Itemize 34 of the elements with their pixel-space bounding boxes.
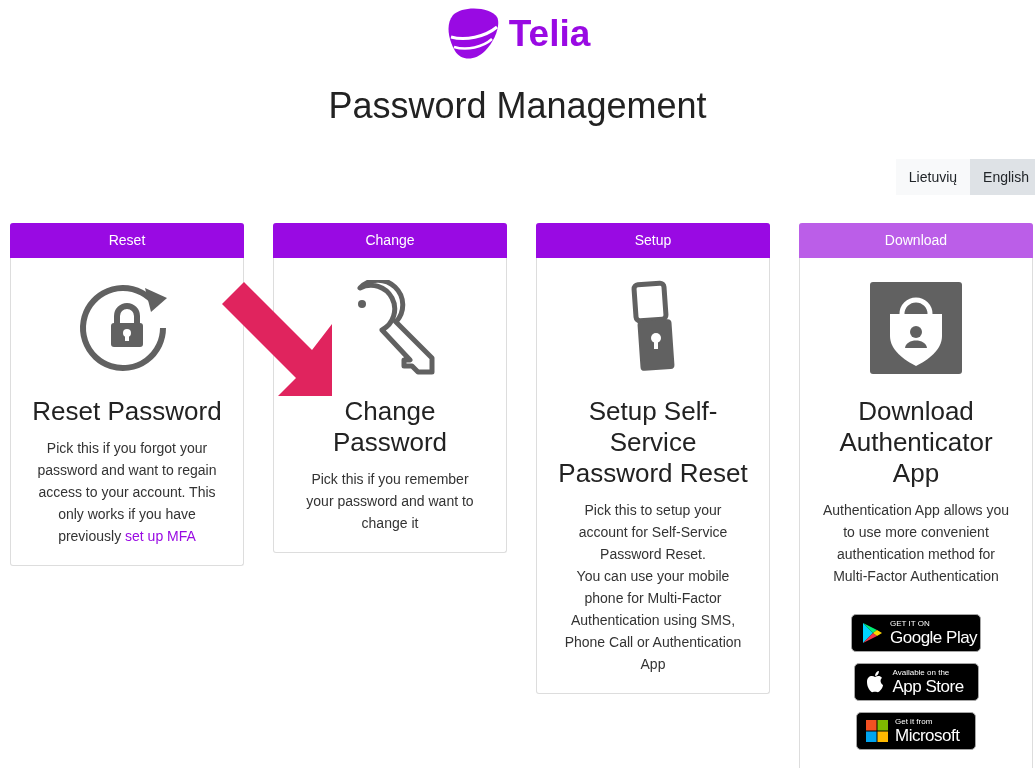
card-description: Pick this to setup your account for Self-Service Password Reset. <box>577 501 729 564</box>
card-title: Reset Password <box>31 396 223 427</box>
play-icon <box>860 621 884 645</box>
card-description: Authentication App allows you to use more convenient authentication method for Multi-Factor Authentication <box>822 501 1010 586</box>
card-description: You can use your mobile phone for Multi-Factor Authentication using SMS, Phone Call or Authentication App <box>563 567 743 674</box>
store-badge[interactable]: GET IT ON Google Play <box>851 614 981 652</box>
card-title: Download Authenticator App <box>838 396 994 489</box>
option-card[interactable]: Reset Reset Password Pick this if you forgot your password and want to regain access to your account. This only works if you have previously set up MFA <box>10 223 244 566</box>
card-description: Pick this if you remember your password and want to change it <box>305 470 475 533</box>
badge-caption: GET IT ON <box>890 619 931 628</box>
card-header: Reset <box>10 223 244 258</box>
language-button[interactable]: English <box>970 159 1035 195</box>
store-name: App Store <box>892 677 964 696</box>
card-title: Setup Self-Service Password Reset <box>557 396 749 489</box>
card-title: Change Password <box>331 396 449 458</box>
store-badge[interactable]: Get it from Microsoft <box>856 712 976 750</box>
page-title: Password Management <box>327 84 708 128</box>
logo-text: Telia <box>508 13 591 55</box>
windows-logo-icon <box>865 719 889 743</box>
language-button[interactable]: Lietuvių <box>895 159 971 195</box>
option-card[interactable]: Change Change Password Pick this if you remember your password and want to change it <box>273 223 507 553</box>
badge-caption: Get it from <box>895 717 934 726</box>
store-badge[interactable]: Available on the App Store <box>853 663 979 701</box>
card-header: Change <box>273 223 507 258</box>
card-header: Download <box>799 223 1033 258</box>
store-name: Microsoft <box>895 726 960 745</box>
option-card[interactable] <box>799 223 1033 768</box>
store-name: Google Play <box>890 628 978 647</box>
badge-caption: Available on the <box>892 668 951 677</box>
option-card[interactable] <box>536 223 770 694</box>
mfa-link[interactable]: set up MFA <box>125 528 196 544</box>
shield-lock-icon <box>868 280 964 376</box>
card-header: Setup <box>536 223 770 258</box>
card-description: Pick this if you forgot your password and want to regain access to your account. This only works if you have previously set up MFA <box>36 439 218 546</box>
